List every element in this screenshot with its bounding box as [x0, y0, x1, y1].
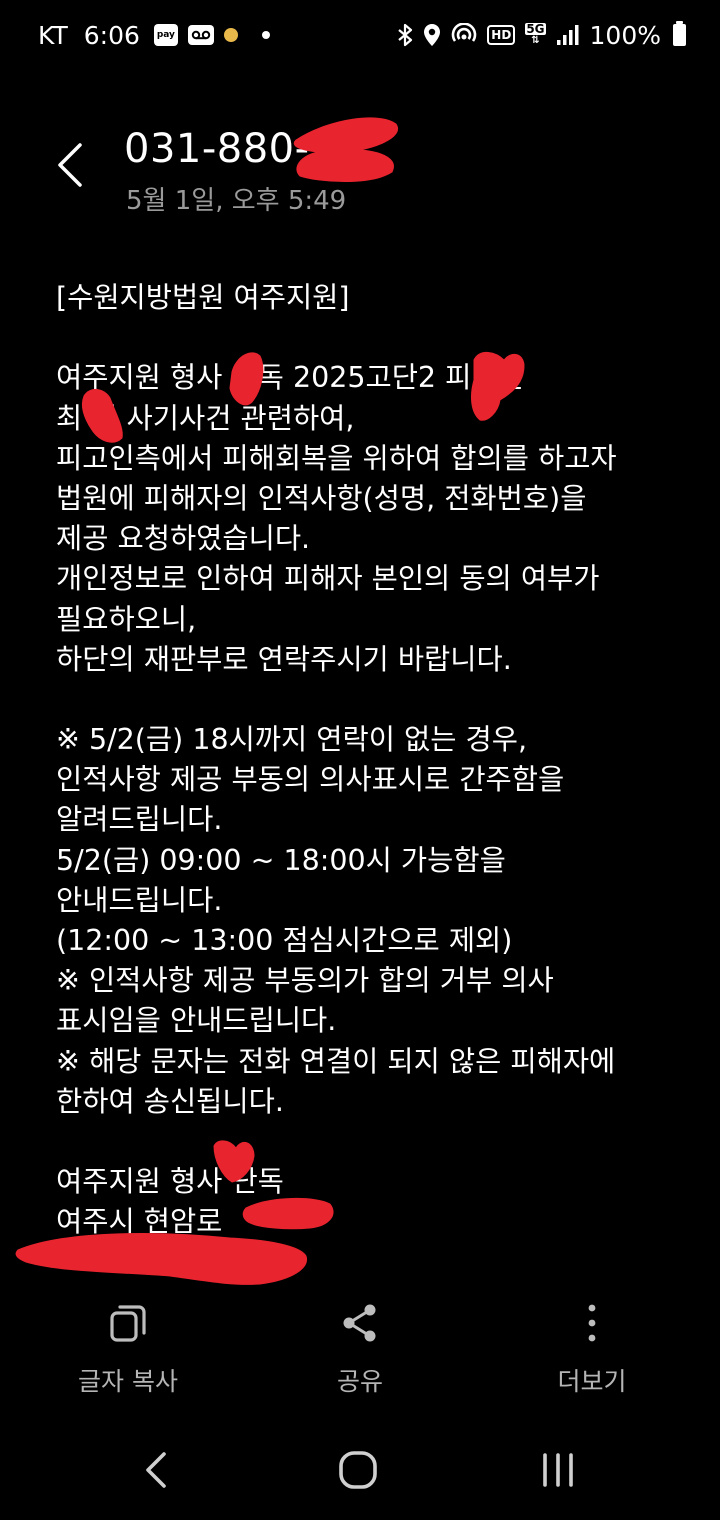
hd-voice-icon: HD	[487, 25, 516, 45]
sender-number[interactable]: 031-880-	[124, 126, 310, 172]
more-label: 더보기	[557, 1367, 627, 1396]
share-button[interactable]: 공유	[270, 1300, 450, 1400]
copy-icon	[106, 1300, 150, 1346]
message-line: 개인정보로 인하여 피해자 본인의 동의 여부가	[56, 562, 600, 596]
share-icon	[338, 1300, 382, 1346]
message-action-bar: 글자 복사 공유 더보기	[0, 1290, 720, 1410]
bluetooth-icon	[397, 23, 413, 47]
status-bar: KT 6:06 pay HD 5G ⇅ 100%	[0, 0, 720, 70]
message-line: 알려드립니다.	[56, 803, 223, 837]
message-line	[56, 318, 696, 358]
back-button[interactable]	[50, 140, 90, 190]
nav-recents-button[interactable]	[518, 1442, 598, 1498]
message-line: ※ 해당 문자는 전화 연결이 되지 않은 피해자에	[56, 1044, 616, 1078]
system-nav-bar	[0, 1420, 720, 1520]
message-line: 법원에 피해자의 인적사항(성명, 전화번호)을	[56, 481, 587, 515]
status-left: KT 6:06 pay	[38, 21, 270, 50]
message-line: 최 민 사기사건 관련하여,	[56, 401, 355, 435]
nav-back-button[interactable]	[116, 1442, 196, 1498]
message-line: 한하여 송신됩니다.	[56, 1084, 284, 1118]
5g-label: 5G	[525, 22, 546, 36]
message-line: 피고인측에서 피해회복을 위하여 합의를 하고자	[56, 441, 617, 475]
carrier-label: KT	[38, 20, 68, 50]
message-line: [수원지방법원 여주지원]	[56, 281, 350, 314]
message-line: 인적사항 제공 부동의 의사표시로 간주함을	[56, 763, 565, 797]
message-line	[56, 1122, 696, 1162]
message-line: (12:00 ~ 13:00 점심시간으로 제외)	[56, 924, 513, 957]
message-line: 표시임을 안내드립니다.	[56, 1004, 337, 1038]
message-line: 여주지원 형사 단독	[56, 1165, 284, 1199]
message-line: 여주지원 형사 단독 2025고단2 피고인	[56, 361, 524, 395]
message-line: 제공 요청하였습니다.	[56, 522, 311, 556]
share-label: 공유	[336, 1367, 383, 1396]
message-detail-screen: KT 6:06 pay HD 5G ⇅ 100% 031-880- 5월 1일,…	[0, 0, 720, 1520]
message-line: 안내드립니다.	[56, 883, 223, 917]
notification-dot-icon	[261, 31, 270, 39]
message-body[interactable]: [수원지방법원 여주지원] 여주지원 형사 단독 2025고단2 피고인 최 민…	[56, 278, 696, 1243]
message-line: ※ 5/2(금) 18시까지 연락이 없는 경우,	[56, 723, 528, 757]
status-right: HD 5G ⇅ 100%	[397, 21, 686, 50]
clock: 6:06	[83, 20, 140, 50]
hd-label: HD	[491, 28, 512, 42]
emoji-icon	[223, 28, 238, 42]
message-line: 여주시 현암로	[56, 1205, 223, 1239]
battery-percent: 100%	[589, 20, 661, 50]
message-line: 필요하오니,	[56, 602, 197, 636]
voicemail-icon	[187, 25, 214, 45]
nav-back-icon	[146, 1452, 166, 1488]
5g-icon: 5G ⇅	[525, 22, 546, 46]
copy-text-button[interactable]: 글자 복사	[38, 1300, 218, 1400]
message-line: 하단의 재판부로 연락주시기 바랍니다.	[56, 642, 512, 676]
nav-home-icon	[339, 1451, 377, 1489]
message-line: ※ 인적사항 제공 부동의가 합의 거부 의사	[56, 964, 554, 998]
chevron-left-icon	[58, 143, 82, 187]
battery-icon	[673, 21, 686, 46]
signal-icon	[556, 24, 580, 46]
samsung-pay-icon: pay	[153, 24, 178, 46]
more-button[interactable]: 더보기	[502, 1300, 682, 1400]
more-vertical-icon	[570, 1300, 614, 1346]
message-header: 031-880- 5월 1일, 오후 5:49	[0, 110, 720, 220]
location-icon	[423, 23, 441, 47]
message-line	[56, 680, 696, 720]
copy-text-label: 글자 복사	[78, 1367, 178, 1396]
message-line: 5/2(금) 09:00 ~ 18:00시 가능함을	[56, 843, 506, 877]
nav-recents-icon	[543, 1453, 573, 1487]
hotspot-icon	[451, 23, 477, 47]
message-timestamp: 5월 1일, 오후 5:49	[126, 186, 347, 216]
nav-home-button[interactable]	[318, 1442, 398, 1498]
